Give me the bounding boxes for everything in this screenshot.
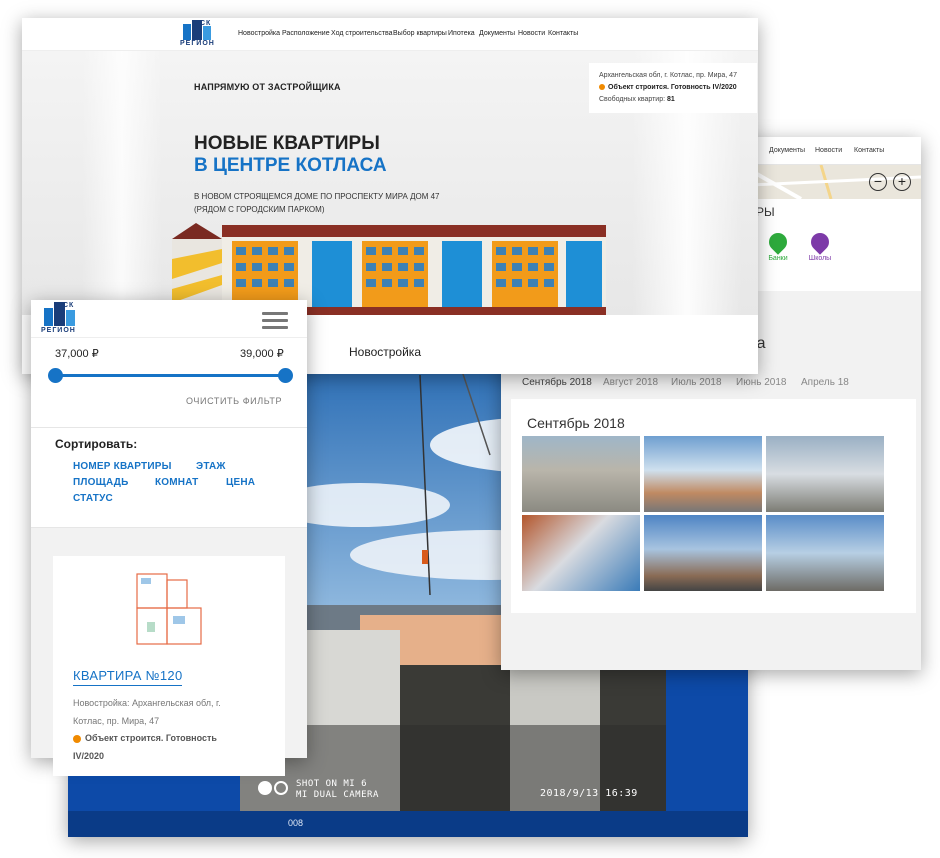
window-light-left (82, 51, 162, 315)
hero-subtitle-line2: (РЯДОМ С ГОРОДСКИМ ПАРКОМ) (194, 205, 325, 214)
hero-footer-label[interactable]: Новостройка (349, 345, 421, 359)
nav-news[interactable]: Новости (518, 30, 545, 37)
hero-kicker: НАПРЯМУЮ ОТ ЗАСТРОЙЩИКА (194, 82, 341, 92)
dollar-icon (765, 229, 791, 255)
nav-novostroyka[interactable]: Новостройка (238, 30, 280, 37)
gallery-nav-news[interactable]: Новости (815, 147, 842, 154)
sort-label: Сортировать: (55, 437, 138, 451)
gallery-thumbnail[interactable] (766, 436, 884, 512)
nav-contacts[interactable]: Контакты (548, 30, 578, 37)
brand-logo[interactable]: СК РЕГИОН (180, 20, 220, 50)
free-apartments-count: 81 (667, 96, 675, 103)
free-apartments: Свободных квартир: 81 (599, 96, 675, 103)
photo-caption-line2: MI DUAL CAMERA (296, 790, 379, 800)
sort-by-area[interactable]: ПЛОЩАДЬ (73, 477, 128, 488)
price-range-track[interactable] (55, 374, 286, 377)
camera-logo-ring-icon (274, 781, 288, 795)
floor-plan-image (136, 573, 202, 645)
status-dot-icon (599, 84, 605, 90)
camera-logo-icon (258, 781, 272, 795)
object-info-box: Архангельская обл, г. Котлас, пр. Мира, … (589, 63, 757, 113)
gallery-nav-contacts[interactable]: Контакты (854, 147, 884, 154)
gallery-thumbnail[interactable] (766, 515, 884, 591)
price-max-value: 39,000 ₽ (240, 348, 284, 360)
nav-progress[interactable]: Ход строительства (331, 30, 393, 37)
status-dot-icon (73, 735, 81, 743)
hero-banner: НАПРЯМУЮ ОТ ЗАСТРОЙЩИКА НОВЫЕ КВАРТИРЫ В… (22, 51, 758, 315)
mobile-screen: СК РЕГИОН 37,000 ₽ 39,000 ₽ ОЧИСТИТЬ ФИЛ… (31, 300, 307, 776)
apartment-address-line2: Котлас, пр. Мира, 47 (73, 716, 160, 726)
tab-jun-2018[interactable]: Июнь 2018 (736, 377, 786, 388)
gallery-thumbnail[interactable] (522, 436, 640, 512)
photo-gallery-card: Сентябрь 2018 (511, 399, 916, 613)
sort-by-rooms[interactable]: КОМНАТ (155, 477, 198, 488)
price-min-value: 37,000 ₽ (55, 348, 99, 360)
gallery-card-title: Сентябрь 2018 (527, 415, 625, 431)
photo-caption-line1: SHOT ON MI 6 (296, 779, 368, 789)
tab-sep-2018[interactable]: Сентябрь 2018 (522, 377, 592, 388)
hamburger-menu-icon[interactable] (262, 312, 288, 333)
hero-subtitle-line1: В НОВОМ СТРОЯЩЕМСЯ ДОМЕ ПО ПРОСПЕКТУ МИР… (194, 192, 440, 201)
logo-top-text: СК (63, 302, 75, 309)
sort-by-floor[interactable]: ЭТАЖ (196, 461, 226, 472)
book-icon (807, 229, 833, 255)
infra-item-banks[interactable]: Банки (763, 229, 793, 262)
logo-buildings-icon (44, 302, 75, 326)
price-slider-handle-max[interactable] (278, 368, 293, 383)
sort-by-status[interactable]: СТАТУС (73, 493, 113, 504)
object-status: Объект строится. Готовность IV/2020 (599, 82, 747, 94)
apartment-title[interactable]: КВАРТИРА №120 (73, 668, 183, 686)
photo-timestamp: 2018/9/13 16:39 (540, 788, 638, 799)
hero-nav: СК РЕГИОН Новостройка Расположение Ход с… (22, 18, 758, 51)
logo-bottom-text: РЕГИОН (41, 327, 76, 334)
mobile-brand-logo[interactable]: СК РЕГИОН (41, 302, 83, 336)
logo-top-text: СК (200, 20, 212, 27)
gallery-nav-documents[interactable]: Документы (769, 147, 805, 154)
tab-jul-2018[interactable]: Июль 2018 (671, 377, 722, 388)
price-filter: 37,000 ₽ 39,000 ₽ ОЧИСТИТЬ ФИЛЬТР (31, 338, 307, 426)
nav-location[interactable]: Расположение (282, 30, 330, 37)
price-slider-handle-min[interactable] (48, 368, 63, 383)
photo-bottom-bar: 008 (68, 811, 748, 837)
mobile-header: СК РЕГИОН (31, 300, 307, 338)
nav-choose-apartment[interactable]: Выбор квартиры (393, 30, 447, 37)
infra-item-schools-label: Школы (808, 255, 832, 262)
gallery-thumbnail[interactable] (522, 515, 640, 591)
clear-filter-button[interactable]: ОЧИСТИТЬ ФИЛЬТР (186, 396, 282, 406)
hero-title-line1: НОВЫЕ КВАРТИРЫ (194, 133, 380, 154)
apartment-card[interactable]: КВАРТИРА №120 Новостройка: Архангельская… (53, 556, 285, 776)
gallery-thumbnail[interactable] (644, 515, 762, 591)
infra-item-schools[interactable]: Школы (805, 229, 835, 262)
zoom-out-icon[interactable]: − (869, 173, 887, 191)
photo-page-label: 008 (288, 818, 304, 828)
apartment-list: КВАРТИРА №120 Новостройка: Архангельская… (31, 527, 307, 776)
sort-by-number[interactable]: НОМЕР КВАРТИРЫ (73, 461, 172, 472)
apartment-address-line1: Новостройка: Архангельская обл, г. (73, 698, 221, 708)
sort-by-price[interactable]: ЦЕНА (226, 477, 255, 488)
nav-mortgage[interactable]: Ипотека (448, 30, 475, 37)
tab-apr-2018[interactable]: Апрель 18 (801, 377, 849, 388)
infra-item-banks-label: Банки (768, 255, 788, 262)
tab-aug-2018[interactable]: Август 2018 (603, 377, 658, 388)
logo-bottom-text: РЕГИОН (180, 40, 215, 47)
hero-title-line2: В ЦЕНТРЕ КОТЛАСА (194, 155, 387, 176)
object-address: Архангельская обл, г. Котлас, пр. Мира, … (599, 72, 737, 79)
apartment-status-line1: Объект строится. Готовность (85, 733, 217, 743)
nav-documents[interactable]: Документы (479, 30, 515, 37)
sort-section: Сортировать: НОМЕР КВАРТИРЫ ЭТАЖ ПЛОЩАДЬ… (31, 427, 307, 527)
gallery-thumbnail[interactable] (644, 436, 762, 512)
apartment-status-line2: IV/2020 (73, 751, 105, 761)
zoom-in-icon[interactable]: + (893, 173, 911, 191)
